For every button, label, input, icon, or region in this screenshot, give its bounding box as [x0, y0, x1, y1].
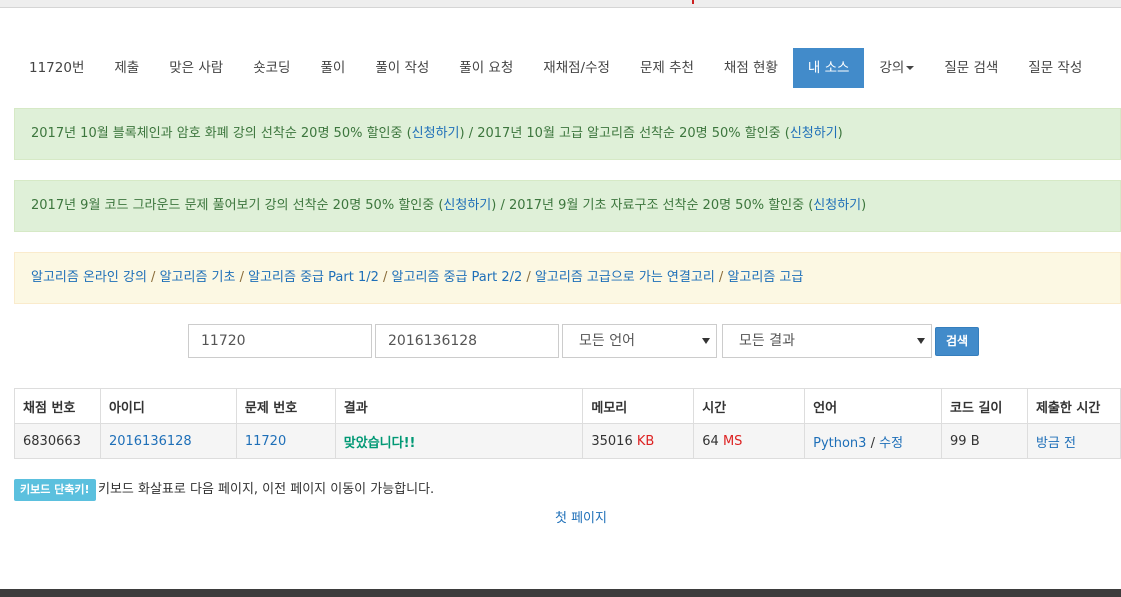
nav-item-solution[interactable]: 풀이	[305, 48, 360, 88]
problem-link[interactable]: 11720	[245, 434, 286, 449]
alert-text: ) / 2017년 9월 기초 자료구조 선착순 20명 50% 할인중 (	[491, 198, 814, 213]
status-table: 채점 번호 아이디 문제 번호 결과 메모리 시간 언어 코드 길이 제출한 시…	[14, 388, 1121, 459]
header-memory: 메모리	[582, 388, 695, 424]
lecture-link[interactable]: 알고리즘 중급 Part 2/2	[392, 270, 523, 285]
apply-link[interactable]: 신청하기	[790, 126, 838, 141]
promo-alert-october: 2017년 10월 블록체인과 암호 화폐 강의 선착순 20명 50% 할인중…	[14, 108, 1121, 160]
header-submission-id: 채점 번호	[14, 388, 101, 424]
nav-item-rejudge[interactable]: 재채점/수정	[528, 48, 625, 88]
tab-indicator	[692, 0, 694, 4]
cell-memory: 35016 KB	[582, 423, 695, 459]
nav-item-problem[interactable]: 11720번	[14, 48, 99, 88]
cell-time: 64 MS	[693, 423, 806, 459]
source-link[interactable]: Python3	[813, 436, 866, 451]
language-separator: /	[866, 435, 880, 451]
cell-problem-id: 11720	[235, 423, 336, 459]
header-problem-id: 문제 번호	[235, 388, 336, 424]
language-select-value: 모든 언어	[579, 333, 635, 349]
lecture-link[interactable]: 알고리즘 기초	[160, 270, 236, 285]
nav-item-write-solution[interactable]: 풀이 작성	[360, 48, 444, 88]
nav-item-lecture[interactable]: 강의	[864, 48, 929, 88]
keyboard-shortcut-label: 키보드 단축키!	[14, 479, 96, 501]
header-result: 결과	[334, 388, 584, 424]
alert-text: ) / 2017년 10월 고급 알고리즘 선착순 20명 50% 할인중 (	[459, 126, 790, 141]
result-select-value: 모든 결과	[739, 333, 795, 349]
nav-item-status[interactable]: 채점 현황	[709, 48, 793, 88]
nav-item-question-search[interactable]: 질문 검색	[929, 48, 1013, 88]
cell-language: Python3 / 수정	[804, 423, 943, 459]
cell-result: 맞았습니다!!	[334, 423, 584, 459]
lecture-link[interactable]: 알고리즘 온라인 강의	[31, 270, 147, 285]
table-header-row: 채점 번호 아이디 문제 번호 결과 메모리 시간 언어 코드 길이 제출한 시…	[14, 388, 1121, 424]
nav-item-solved-users[interactable]: 맞은 사람	[154, 48, 238, 88]
alert-text: 2017년 10월 블록체인과 암호 화폐 강의 선착순 20명 50% 할인중…	[31, 126, 412, 141]
nav-item-my-source[interactable]: 내 소스	[792, 48, 865, 88]
edit-link[interactable]: 수정	[879, 436, 903, 451]
link-separator: /	[146, 270, 160, 285]
header-time: 시간	[693, 388, 806, 424]
submitted-time-link[interactable]: 방금 전	[1036, 436, 1076, 451]
link-separator: /	[235, 270, 249, 285]
caret-down-icon	[906, 66, 915, 70]
header-language: 언어	[804, 388, 943, 424]
memory-value: 35016	[591, 433, 633, 449]
select-arrow-icon	[917, 338, 925, 344]
cell-code-length: 99 B	[941, 423, 1028, 459]
time-unit: MS	[722, 433, 743, 449]
cell-submission-id: 6830663	[14, 423, 101, 459]
alert-text: 2017년 9월 코드 그라운드 문제 풀어보기 강의 선착순 20명 50% …	[31, 198, 444, 213]
select-arrow-icon	[702, 338, 710, 344]
link-separator: /	[378, 270, 392, 285]
apply-link[interactable]: 신청하기	[412, 126, 460, 141]
bottom-bar	[0, 589, 1121, 597]
memory-unit: KB	[636, 433, 655, 449]
promo-alert-september: 2017년 9월 코드 그라운드 문제 풀어보기 강의 선착순 20명 50% …	[14, 180, 1121, 232]
time-value: 64	[702, 433, 719, 449]
table-row: 6830663 2016136128 11720 맞았습니다!! 35016 K…	[14, 423, 1121, 459]
keyboard-shortcut-text: 키보드 화살표로 다음 페이지, 이전 페이지 이동이 가능합니다.	[98, 482, 435, 497]
header-code-length: 코드 길이	[941, 388, 1028, 424]
alert-text: )	[861, 198, 867, 213]
nav-item-request-solution[interactable]: 풀이 요청	[444, 48, 528, 88]
cell-user-id: 2016136128	[99, 423, 237, 459]
language-select[interactable]: 모든 언어	[562, 324, 717, 358]
header-user-id: 아이디	[99, 388, 237, 424]
nav-item-short-coding[interactable]: 숏코딩	[238, 48, 305, 88]
lecture-link[interactable]: 알고리즘 중급 Part 1/2	[248, 270, 379, 285]
nav-item-question-write[interactable]: 질문 작성	[1013, 48, 1097, 88]
result-accepted: 맞았습니다!!	[343, 435, 416, 451]
search-button[interactable]: 검색	[935, 327, 979, 356]
nav-item-lecture-label: 강의	[879, 60, 905, 76]
user-link[interactable]: 2016136128	[109, 434, 192, 449]
problem-id-input[interactable]: 11720	[188, 324, 372, 358]
lecture-links-alert: 알고리즘 온라인 강의 / 알고리즘 기초 / 알고리즘 중급 Part 1/2…	[14, 252, 1121, 304]
nav-item-submit[interactable]: 제출	[99, 48, 154, 88]
cell-submitted-time: 방금 전	[1026, 423, 1121, 459]
header-submitted-time: 제출한 시간	[1026, 388, 1121, 424]
first-page-link[interactable]: 첫 페이지	[555, 509, 607, 529]
alert-text: )	[837, 126, 843, 141]
browser-top-strip	[0, 0, 1121, 8]
user-id-input[interactable]: 2016136128	[375, 324, 559, 358]
result-select[interactable]: 모든 결과	[722, 324, 932, 358]
problem-nav: 11720번 제출 맞은 사람 숏코딩 풀이 풀이 작성 풀이 요청 재채점/수…	[14, 48, 1097, 88]
apply-link[interactable]: 신청하기	[443, 198, 491, 213]
apply-link[interactable]: 신청하기	[813, 198, 861, 213]
lecture-link[interactable]: 알고리즘 고급	[727, 270, 803, 285]
link-separator: /	[522, 270, 535, 285]
lecture-link[interactable]: 알고리즘 고급으로 가는 연결고리	[535, 270, 715, 285]
link-separator: /	[714, 270, 728, 285]
nav-item-recommend[interactable]: 문제 추천	[625, 48, 709, 88]
